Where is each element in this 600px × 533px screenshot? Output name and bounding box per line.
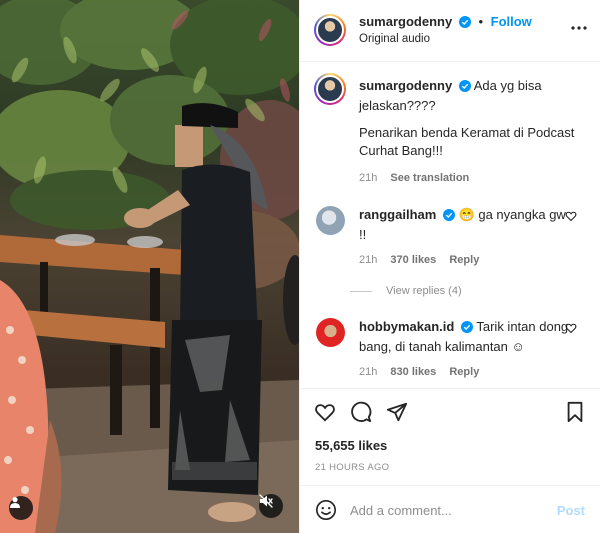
comment-time: 21h [359, 254, 378, 266]
comment-like-button[interactable] [565, 322, 577, 337]
comment-like-button[interactable] [565, 210, 577, 225]
follow-button[interactable]: Follow [491, 14, 532, 29]
caption-text-line4: Curhat Bang!!! [359, 143, 443, 158]
post-details-panel: sumargodenny • Follow Original audio sum… [299, 0, 600, 533]
likes-count[interactable]: 55,655 likes [315, 438, 387, 453]
more-options-icon [571, 26, 587, 30]
author-username[interactable]: sumargodenny [359, 14, 452, 29]
bookmark-icon [567, 401, 583, 423]
post-timestamp[interactable]: 21 HOURS AGO [315, 462, 389, 473]
comment-text-line2: bang, di tanah kalimantan [359, 339, 508, 354]
comment-time: 21h [359, 366, 378, 378]
verified-badge-icon [458, 79, 471, 97]
muted-speaker-icon [259, 494, 273, 508]
comment-item: hobbymakan.id Tarik intan dong bang, di … [314, 316, 589, 388]
view-replies-label: View replies (4) [386, 285, 462, 297]
reply-button[interactable]: Reply [449, 366, 479, 378]
commenter-avatar[interactable] [316, 206, 345, 235]
comment-emoji: 😁 [458, 207, 475, 222]
emoji-icon [316, 500, 336, 520]
caption-avatar[interactable] [314, 73, 346, 105]
comment-emoji: ☺ [511, 339, 525, 354]
separator-dot: • [478, 14, 483, 29]
like-button[interactable] [314, 401, 336, 426]
comment-input[interactable] [350, 498, 540, 522]
video-frame [0, 0, 299, 533]
verified-badge-icon [458, 16, 471, 31]
verified-badge-icon [442, 208, 455, 226]
send-icon [386, 402, 408, 422]
commenter-username[interactable]: ranggailham [359, 207, 436, 222]
mute-button[interactable] [259, 494, 283, 518]
see-translation-link[interactable]: See translation [390, 172, 469, 184]
reply-button[interactable]: Reply [449, 254, 479, 266]
caption-text-line1: Ada yg bisa [473, 78, 542, 93]
comment-text: Tarik intan dong [476, 319, 569, 334]
share-button[interactable] [386, 401, 408, 426]
audio-label[interactable]: Original audio [359, 33, 430, 45]
comment-item: ranggailham 😁 ga nyangka gw !! 21h 370 l… [314, 204, 589, 334]
comment-icon [351, 401, 372, 423]
comment-likes[interactable]: 370 likes [390, 254, 436, 266]
emoji-button[interactable] [315, 499, 337, 524]
user-tag-icon [10, 497, 20, 508]
add-comment-bar: Post [300, 485, 600, 533]
comment-button[interactable] [350, 401, 372, 426]
post-header: sumargodenny • Follow Original audio [300, 0, 600, 62]
heart-icon [565, 211, 577, 222]
post-video[interactable] [0, 0, 299, 533]
commenter-avatar[interactable] [316, 318, 345, 347]
verified-badge-icon [460, 320, 473, 338]
comment-likes[interactable]: 830 likes [390, 366, 436, 378]
save-button[interactable] [565, 401, 585, 426]
post-comment-button[interactable]: Post [557, 503, 585, 518]
caption-text-line3: Penarikan benda Keramat di Podcast [359, 125, 575, 140]
heart-icon [565, 323, 577, 334]
commenter-username[interactable]: hobbymakan.id [359, 319, 454, 334]
view-replies-button[interactable]: View replies (4) [350, 285, 462, 297]
author-avatar[interactable] [314, 14, 346, 46]
caption-time: 21h [359, 172, 378, 184]
comment-text: ga nyangka gw [478, 207, 566, 222]
heart-icon [315, 404, 335, 422]
comments-list[interactable]: sumargodenny Ada yg bisa jelaskan???? Pe… [300, 63, 600, 388]
post-actions: 55,655 likes 21 HOURS AGO [300, 388, 600, 485]
replies-divider [350, 290, 372, 292]
caption-item: sumargodenny Ada yg bisa jelaskan???? Pe… [314, 73, 589, 184]
more-options-button[interactable] [571, 20, 587, 39]
caption-username[interactable]: sumargodenny [359, 78, 452, 93]
comment-text-line2: !! [359, 227, 367, 242]
user-tag-button[interactable] [9, 496, 33, 520]
caption-text-line2: jelaskan???? [359, 98, 436, 113]
